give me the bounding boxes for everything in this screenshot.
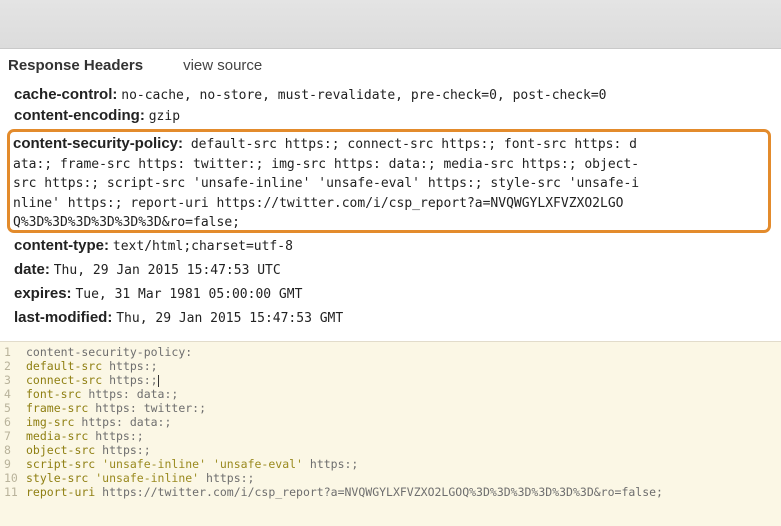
response-headers-panel: Response Headers view source cache-contr… xyxy=(0,49,781,341)
code-text: https:; xyxy=(199,471,255,485)
line-number: 2 xyxy=(4,359,11,373)
line-number: 3 xyxy=(4,373,11,387)
directive-name: style-src xyxy=(26,471,89,485)
line-number: 9 xyxy=(4,457,11,471)
section-header: Response Headers view source xyxy=(8,57,262,77)
directive-name: object-src xyxy=(26,443,96,457)
code-text: https:; xyxy=(302,457,359,471)
directive-name: media-src xyxy=(26,429,89,443)
directive-name: frame-src xyxy=(26,401,89,415)
code-line: 1 content-security-policy: xyxy=(0,345,192,359)
header-row-content-security-policy: content-security-policy: default-src htt… xyxy=(13,134,773,233)
csp-value-line: ata:; frame-src https: twitter:; img-src… xyxy=(13,156,640,172)
line-number: 7 xyxy=(4,429,11,443)
directive-name: connect-src xyxy=(26,373,103,387)
code-line: 9 script-src 'unsafe-inline' 'unsafe-eval… xyxy=(0,457,358,471)
section-title: Response Headers xyxy=(8,57,144,74)
string-literal: 'unsafe-eval' xyxy=(206,457,303,471)
code-text: https: twitter:; xyxy=(88,401,207,415)
csp-value-line: Q%3D%3D%3D%3D%3D%3D&ro=false; xyxy=(13,215,240,230)
directive-name: default-src xyxy=(26,359,103,373)
code-line: 10 style-src 'unsafe-inline' https:; xyxy=(0,471,254,485)
header-key: cache-control: xyxy=(14,86,118,103)
header-key: expires: xyxy=(14,285,72,302)
string-literal: 'unsafe-inline' xyxy=(88,471,200,485)
line-number: 8 xyxy=(4,443,11,457)
code-editor[interactable]: 1 content-security-policy: 2 default-src h… xyxy=(0,341,781,526)
line-number: 6 xyxy=(4,415,11,429)
code-text: https:; xyxy=(95,443,151,457)
header-value: Thu, 29 Jan 2015 15:47:53 GMT xyxy=(116,311,344,326)
csp-value-line: nline' https:; report-uri https://twitte… xyxy=(13,195,624,211)
header-row-content-type: content-type: text/html;charset=utf-8 xyxy=(14,237,293,254)
header-row-last-modified: last-modified: Thu, 29 Jan 2015 15:47:53… xyxy=(14,309,343,326)
header-row-date: date: Thu, 29 Jan 2015 15:47:53 UTC xyxy=(14,261,281,278)
header-value: Tue, 31 Mar 1981 05:00:00 GMT xyxy=(75,287,303,302)
header-key: content-encoding: xyxy=(14,107,145,124)
line-number: 1 xyxy=(4,345,11,359)
code-text: https:; xyxy=(88,429,144,443)
code-line: 3 connect-src https:; xyxy=(0,373,159,387)
header-row-cache-control: cache-control: no-cache, no-store, must-… xyxy=(14,86,607,103)
code-line: 7 media-src https:; xyxy=(0,429,144,443)
text-cursor xyxy=(157,374,159,387)
line-number: 10 xyxy=(4,471,18,485)
toolbar xyxy=(0,0,781,49)
line-number: 4 xyxy=(4,387,11,401)
line-number: 11 xyxy=(4,485,18,499)
csp-value-line: default-src https:; connect-src https:; … xyxy=(183,137,637,152)
header-key: date: xyxy=(14,261,50,278)
header-value: Thu, 29 Jan 2015 15:47:53 UTC xyxy=(53,263,281,278)
csp-value-line: src https:; script-src 'unsafe-inline' '… xyxy=(13,176,640,191)
directive-name: script-src xyxy=(26,457,96,471)
code-line: 2 default-src https:; xyxy=(0,359,158,373)
csp-line: content-security-policy: default-src htt… xyxy=(13,134,773,155)
code-line: 6 img-src https: data:; xyxy=(0,415,171,429)
line-number: 5 xyxy=(4,401,11,415)
code-line: 11 report-uri https://twitter.com/i/csp_r… xyxy=(0,485,663,499)
header-row-content-encoding: content-encoding: gzip xyxy=(14,107,180,124)
header-key: content-type: xyxy=(14,237,109,254)
directive-name: img-src xyxy=(26,415,75,429)
code-text: https://twitter.com/i/csp_report?a=NVQWG… xyxy=(95,485,663,499)
string-literal: 'unsafe-inline' xyxy=(95,457,207,471)
code-text: content-security-policy: xyxy=(26,345,193,359)
view-source-link[interactable]: view source xyxy=(183,57,262,74)
header-value: text/html;charset=utf-8 xyxy=(112,239,293,254)
code-line: 8 object-src https:; xyxy=(0,443,151,457)
header-key: last-modified: xyxy=(14,309,113,326)
code-text: https:; xyxy=(102,373,158,387)
directive-name: font-src xyxy=(26,387,82,401)
header-value: gzip xyxy=(148,109,181,124)
header-row-expires: expires: Tue, 31 Mar 1981 05:00:00 GMT xyxy=(14,285,302,302)
code-line: 5 frame-src https: twitter:; xyxy=(0,401,206,415)
code-text: https: data:; xyxy=(74,415,172,429)
code-text: https: data:; xyxy=(81,387,179,401)
code-line: 4 font-src https: data:; xyxy=(0,387,178,401)
header-value: no-cache, no-store, must-revalidate, pre… xyxy=(121,88,607,103)
directive-name: report-uri xyxy=(26,485,96,499)
header-key: content-security-policy: xyxy=(13,135,184,152)
code-text: https:; xyxy=(102,359,158,373)
